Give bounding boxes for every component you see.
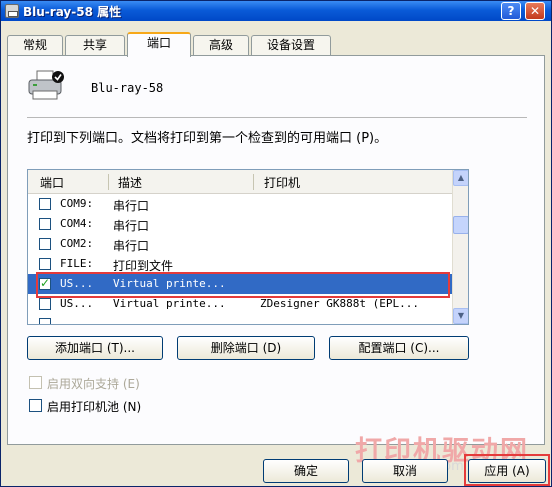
tab-general[interactable]: 常规 — [7, 35, 63, 56]
tab-ports[interactable]: 端口 — [127, 32, 191, 57]
port-row-file[interactable]: FILE: 打印到文件 — [28, 254, 452, 274]
ok-button[interactable]: 确定 — [263, 459, 349, 483]
port-list-header: 端口 描述 打印机 — [28, 170, 452, 194]
column-separator[interactable] — [108, 174, 109, 190]
port-list-scrollbar[interactable]: ▲ ▼ — [452, 170, 468, 324]
bidirectional-checkbox — [29, 376, 42, 389]
port-printer: ZDesigner GK888t (EPL... — [260, 297, 419, 310]
port-checkbox[interactable] — [39, 258, 51, 270]
port-checkbox[interactable] — [39, 298, 51, 310]
port-name: COM4: — [60, 217, 94, 230]
bidirectional-label: 启用双向支持 (E) — [47, 377, 140, 391]
printer-name: Blu-ray-58 — [91, 81, 164, 95]
port-description: 串行口 — [113, 199, 150, 213]
port-instruction: 打印到下列端口。文档将打印到第一个检查到的可用端口 (P)。 — [27, 131, 388, 146]
printer-icon — [28, 70, 64, 100]
pooling-label[interactable]: 启用打印机池 (N) — [47, 398, 141, 415]
port-row-com9[interactable]: COM9: 串行口 — [28, 194, 452, 214]
help-button[interactable]: ? — [501, 2, 521, 20]
tab-sharing[interactable]: 共享 — [65, 35, 125, 56]
port-checkbox[interactable] — [39, 238, 51, 250]
configure-port-button[interactable]: 配置端口 (C)... — [329, 336, 469, 360]
port-description: 串行口 — [113, 239, 150, 253]
add-port-button[interactable]: 添加端口 (T)... — [27, 336, 163, 360]
header-description[interactable]: 描述 — [118, 174, 142, 191]
window-title: Blu-ray-58 属性 — [23, 5, 122, 19]
pooling-checkbox[interactable] — [29, 399, 42, 412]
close-button[interactable]: ✕ — [525, 2, 545, 20]
header-port[interactable]: 端口 — [40, 174, 64, 191]
apply-highlight-box — [464, 454, 550, 486]
selection-highlight-box — [36, 272, 450, 298]
port-row-partial[interactable] — [28, 314, 452, 324]
port-name: COM2: — [60, 237, 94, 250]
properties-dialog: Blu-ray-58 属性 ? ✕ 常规 共享 端口 高级 设备设置 Blu-r… — [0, 0, 552, 487]
port-description: 串行口 — [113, 219, 150, 233]
port-list[interactable]: 端口 描述 打印机 COM9: 串行口 COM4: 串行口 COM2: 串行口 … — [27, 169, 469, 325]
port-name: COM9: — [60, 197, 94, 210]
port-checkbox[interactable] — [39, 198, 51, 210]
port-name: US... — [60, 297, 94, 310]
tab-device-settings[interactable]: 设备设置 — [251, 35, 331, 56]
tab-advanced[interactable]: 高级 — [193, 35, 249, 56]
scroll-thumb[interactable] — [453, 216, 468, 234]
port-name: FILE: — [60, 257, 94, 270]
port-checkbox[interactable] — [39, 318, 51, 324]
divider — [27, 117, 527, 118]
scroll-down-icon[interactable]: ▼ — [453, 308, 468, 324]
port-checkbox[interactable] — [39, 218, 51, 230]
printer-app-icon — [5, 4, 19, 18]
delete-port-button[interactable]: 删除端口 (D) — [177, 336, 315, 360]
header-printer[interactable]: 打印机 — [264, 174, 300, 191]
port-row-com4[interactable]: COM4: 串行口 — [28, 214, 452, 234]
port-row-com2[interactable]: COM2: 串行口 — [28, 234, 452, 254]
port-description: Virtual printe... — [113, 297, 226, 310]
scroll-up-icon[interactable]: ▲ — [453, 170, 468, 186]
cancel-button[interactable]: 取消 — [362, 459, 448, 483]
title-bar[interactable]: Blu-ray-58 属性 ? ✕ — [1, 1, 551, 21]
column-separator[interactable] — [253, 174, 254, 190]
